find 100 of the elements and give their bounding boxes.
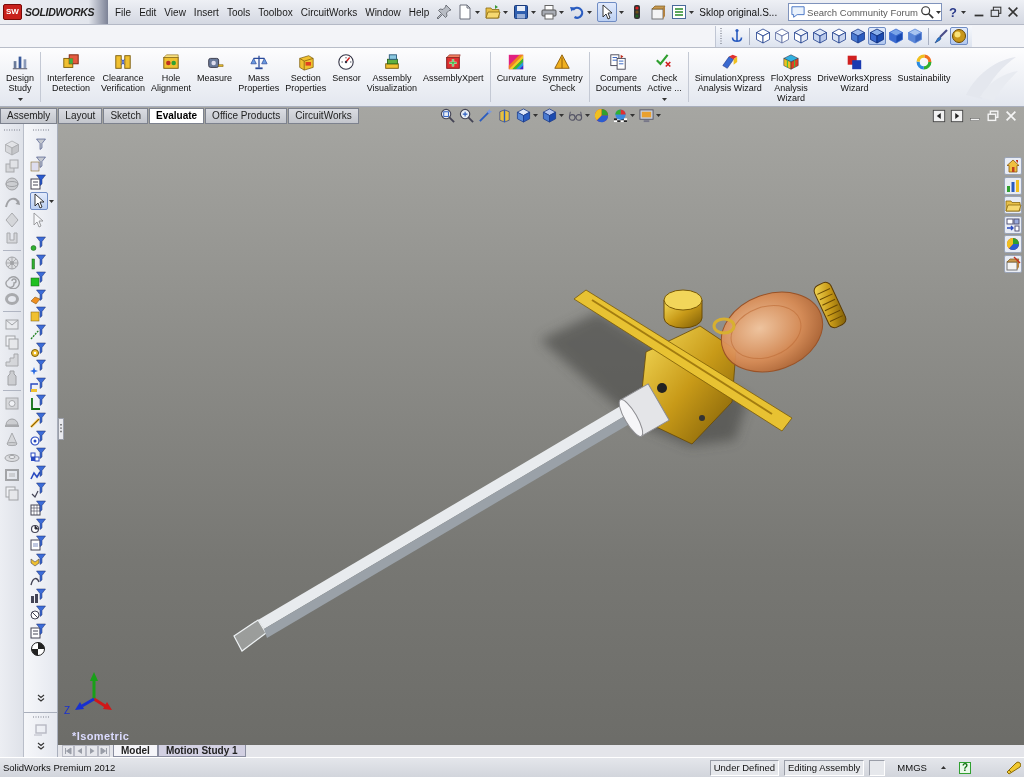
ribbon-button[interactable]: Measure bbox=[194, 48, 236, 106]
caret-icon[interactable] bbox=[661, 98, 667, 101]
ribbon-button[interactable]: Symmetry Check bbox=[539, 48, 586, 106]
section-view-icon[interactable] bbox=[496, 108, 512, 123]
tab[interactable]: CircuitWorks bbox=[288, 108, 359, 124]
menu-item[interactable]: Tools bbox=[222, 4, 255, 20]
undo-icon[interactable] bbox=[569, 4, 586, 20]
brush-icon[interactable] bbox=[933, 28, 949, 44]
caret-icon[interactable] bbox=[532, 114, 538, 117]
capsule-icon[interactable] bbox=[1005, 759, 1021, 776]
filter-icon[interactable] bbox=[29, 587, 46, 604]
filter-icon[interactable] bbox=[29, 464, 46, 481]
caret-icon[interactable] bbox=[559, 10, 565, 14]
filter-icon[interactable] bbox=[29, 376, 46, 393]
view-button[interactable] bbox=[773, 27, 791, 45]
ribbon-button[interactable]: Check Active ... bbox=[644, 48, 685, 106]
ribbon-button[interactable]: Compare Documents bbox=[592, 48, 645, 106]
realview-button[interactable] bbox=[950, 27, 968, 45]
filter-icon[interactable] bbox=[29, 253, 46, 270]
ribbon-button[interactable]: SimulationXpress Analysis Wizard bbox=[691, 48, 768, 106]
caret-icon[interactable] bbox=[503, 10, 509, 14]
filter-icon[interactable] bbox=[29, 605, 46, 622]
menu-item[interactable]: CircuitWorks bbox=[296, 4, 362, 20]
ribbon-button[interactable]: AssemblyXpert bbox=[420, 48, 487, 106]
checkered-ball-icon[interactable] bbox=[612, 108, 628, 123]
filter-icon[interactable] bbox=[29, 499, 46, 516]
caret-icon[interactable] bbox=[689, 10, 695, 14]
filter-icon[interactable] bbox=[29, 174, 46, 190]
color-ball-icon[interactable] bbox=[593, 108, 609, 123]
tab[interactable]: Assembly bbox=[0, 108, 58, 124]
restore-icon[interactable] bbox=[989, 5, 1003, 19]
ribbon-button[interactable]: Curvature bbox=[493, 48, 540, 106]
cube-icon[interactable] bbox=[541, 108, 557, 123]
close-icon[interactable] bbox=[1006, 5, 1020, 19]
view-button[interactable] bbox=[811, 27, 829, 45]
ribbon-button[interactable]: DriveWorksXpress Wizard bbox=[814, 48, 895, 106]
ribbon-button[interactable]: Assembly Visualization bbox=[363, 48, 421, 106]
help-button[interactable]: ? bbox=[958, 761, 971, 774]
list-icon[interactable] bbox=[671, 4, 688, 20]
filter-icon[interactable] bbox=[29, 394, 46, 411]
tab[interactable]: Sketch bbox=[103, 108, 148, 124]
menu-item[interactable]: Window bbox=[361, 4, 405, 20]
view-button[interactable] bbox=[754, 27, 772, 45]
filter-icon[interactable] bbox=[29, 570, 46, 587]
filter-icon[interactable] bbox=[29, 623, 46, 640]
menu-item[interactable]: View bbox=[160, 4, 190, 20]
view-button[interactable] bbox=[906, 27, 924, 45]
ribbon-button[interactable]: Sustainability bbox=[894, 48, 954, 106]
menu-item[interactable]: Toolbox bbox=[254, 4, 297, 20]
menu-item[interactable]: Insert bbox=[189, 4, 223, 20]
bar-chart-icon[interactable] bbox=[1004, 176, 1022, 195]
ribbon-button[interactable]: Design Study bbox=[3, 48, 37, 106]
caret-icon[interactable] bbox=[17, 98, 23, 101]
ribbon-button[interactable]: Section Properties bbox=[282, 48, 330, 106]
search-icon[interactable] bbox=[919, 5, 934, 19]
view-palette-icon[interactable] bbox=[1004, 215, 1022, 234]
tab[interactable]: Office Products bbox=[205, 108, 288, 124]
tab[interactable]: Layout bbox=[58, 108, 103, 124]
zoom-icon[interactable] bbox=[439, 108, 455, 123]
caret-icon[interactable] bbox=[935, 10, 941, 14]
ribbon-button[interactable]: Mass Properties bbox=[235, 48, 283, 106]
menu-item[interactable]: Edit bbox=[135, 4, 161, 20]
filter-icon[interactable] bbox=[29, 517, 46, 534]
model-tab[interactable]: Model bbox=[113, 745, 158, 757]
arrow-left-box-icon[interactable] bbox=[932, 108, 946, 123]
tab[interactable]: Evaluate bbox=[148, 108, 205, 124]
units-button[interactable]: MMGS bbox=[897, 762, 927, 773]
ribbon-button[interactable]: Sensor bbox=[329, 48, 364, 106]
zoom-icon[interactable] bbox=[458, 108, 474, 123]
view-button[interactable] bbox=[849, 27, 867, 45]
home-icon[interactable] bbox=[1004, 157, 1022, 175]
monitor-icon[interactable] bbox=[638, 108, 654, 123]
ribbon-button[interactable]: Clearance Verification bbox=[98, 48, 149, 106]
filter-icon[interactable] bbox=[29, 288, 46, 305]
filter-icon[interactable] bbox=[29, 411, 46, 428]
ribbon-button[interactable]: Interference Detection bbox=[44, 48, 99, 106]
view-button[interactable] bbox=[792, 27, 810, 45]
caret-icon[interactable] bbox=[940, 766, 946, 769]
folder-icon[interactable] bbox=[1004, 196, 1022, 214]
filter-icon[interactable] bbox=[29, 341, 46, 358]
caret-icon[interactable] bbox=[48, 199, 54, 203]
printer-icon[interactable] bbox=[541, 4, 558, 20]
help-button[interactable]: ? bbox=[949, 4, 957, 20]
pushpin-icon[interactable] bbox=[436, 4, 453, 20]
filter-icon[interactable] bbox=[29, 447, 46, 464]
save-icon[interactable] bbox=[513, 4, 530, 20]
caret-icon[interactable] bbox=[587, 10, 593, 14]
ribbon-button[interactable]: FloXpress Analysis Wizard bbox=[767, 48, 815, 106]
filter-icon[interactable] bbox=[29, 306, 46, 323]
caret-icon[interactable] bbox=[558, 114, 564, 117]
chevron-icon[interactable] bbox=[36, 742, 45, 750]
caret-icon[interactable] bbox=[584, 114, 590, 117]
quartered-circle-icon[interactable] bbox=[29, 640, 46, 657]
collapse-handle-icon[interactable] bbox=[58, 418, 64, 440]
filter-icon[interactable] bbox=[29, 271, 46, 288]
caret-icon[interactable] bbox=[531, 10, 537, 14]
ribbon-button[interactable]: Hole Alignment bbox=[148, 48, 195, 106]
select-button[interactable] bbox=[597, 2, 618, 22]
filter-icon[interactable] bbox=[29, 552, 46, 569]
filter-icon[interactable] bbox=[29, 535, 46, 552]
